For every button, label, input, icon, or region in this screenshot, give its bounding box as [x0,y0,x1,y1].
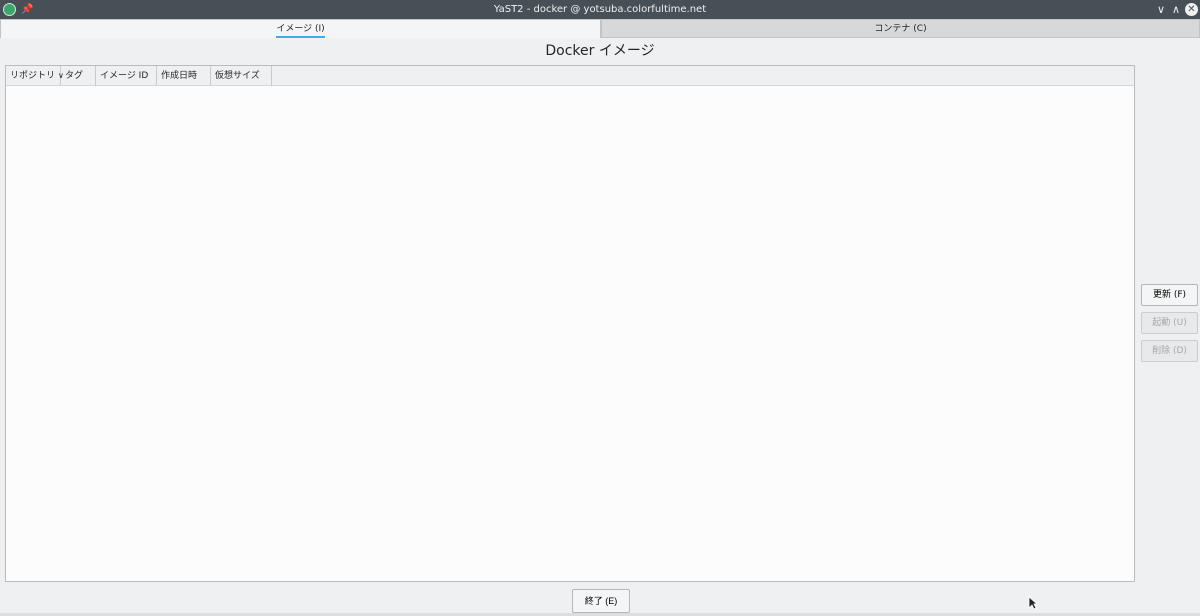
column-header-virtual-size-label: 仮想サイズ [215,71,260,81]
refresh-button[interactable]: 更新 (F) [1141,284,1198,306]
tab-images-label: イメージ (I) [276,22,325,38]
column-header-virtual-size[interactable]: 仮想サイズ [211,66,272,86]
tab-containers[interactable]: コンテナ (C) [601,19,1200,38]
tab-bar: イメージ (I) コンテナ (C) [0,19,1200,38]
column-header-tag[interactable]: タグ [61,66,96,86]
page-title: Docker イメージ [545,43,655,59]
start-button[interactable]: 起動 (U) [1141,312,1198,334]
close-button[interactable]: ✕ [1185,3,1198,16]
mouse-cursor-icon [1028,596,1038,610]
table-header: リポジトリ ∨ タグ イメージ ID 作成日時 仮想サイズ [6,66,1134,86]
delete-button[interactable]: 削除 (D) [1141,340,1198,362]
column-header-created-label: 作成日時 [161,71,198,81]
tab-images[interactable]: イメージ (I) [0,19,601,38]
column-header-repository[interactable]: リポジトリ ∨ [6,66,64,86]
quit-button[interactable]: 終了 (E) [572,589,630,613]
column-header-image-id[interactable]: イメージ ID [96,66,157,86]
column-header-image-id-label: イメージ ID [100,71,149,81]
window-titlebar: 📌 YaST2 - docker @ yotsuba.colorfultime.… [0,0,1200,19]
column-header-repository-label: リポジトリ [10,71,56,81]
window-title: YaST2 - docker @ yotsuba.colorfultime.ne… [493,4,707,15]
column-header-tag-label: タグ [65,71,84,81]
tab-containers-label: コンテナ (C) [874,24,927,34]
column-header-created[interactable]: 作成日時 [157,66,211,86]
minimize-button[interactable]: ∨ [1154,0,1168,19]
maximize-button[interactable]: ∧ [1169,0,1183,19]
images-table[interactable]: リポジトリ ∨ タグ イメージ ID 作成日時 仮想サイズ [5,65,1135,582]
